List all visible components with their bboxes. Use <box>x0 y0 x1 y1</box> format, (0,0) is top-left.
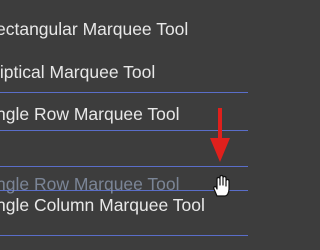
divider-line <box>0 235 248 236</box>
divider-line <box>0 92 248 93</box>
divider-line <box>0 166 248 167</box>
hand-cursor-icon <box>213 174 230 197</box>
dragged-item-ghost[interactable]: ngle Row Marquee Tool <box>0 173 180 195</box>
menu-item-elliptical-marquee[interactable]: liptical Marquee Tool <box>0 61 155 83</box>
tool-flyout-menu: ectangular Marquee Tool liptical Marquee… <box>0 0 248 250</box>
arrow-down-icon <box>210 108 230 162</box>
menu-item-single-column-marquee[interactable]: ngle Column Marquee Tool <box>0 194 205 216</box>
menu-item-rectangular-marquee[interactable]: ectangular Marquee Tool <box>0 18 188 40</box>
menu-item-single-row-marquee[interactable]: ngle Row Marquee Tool <box>0 103 180 125</box>
